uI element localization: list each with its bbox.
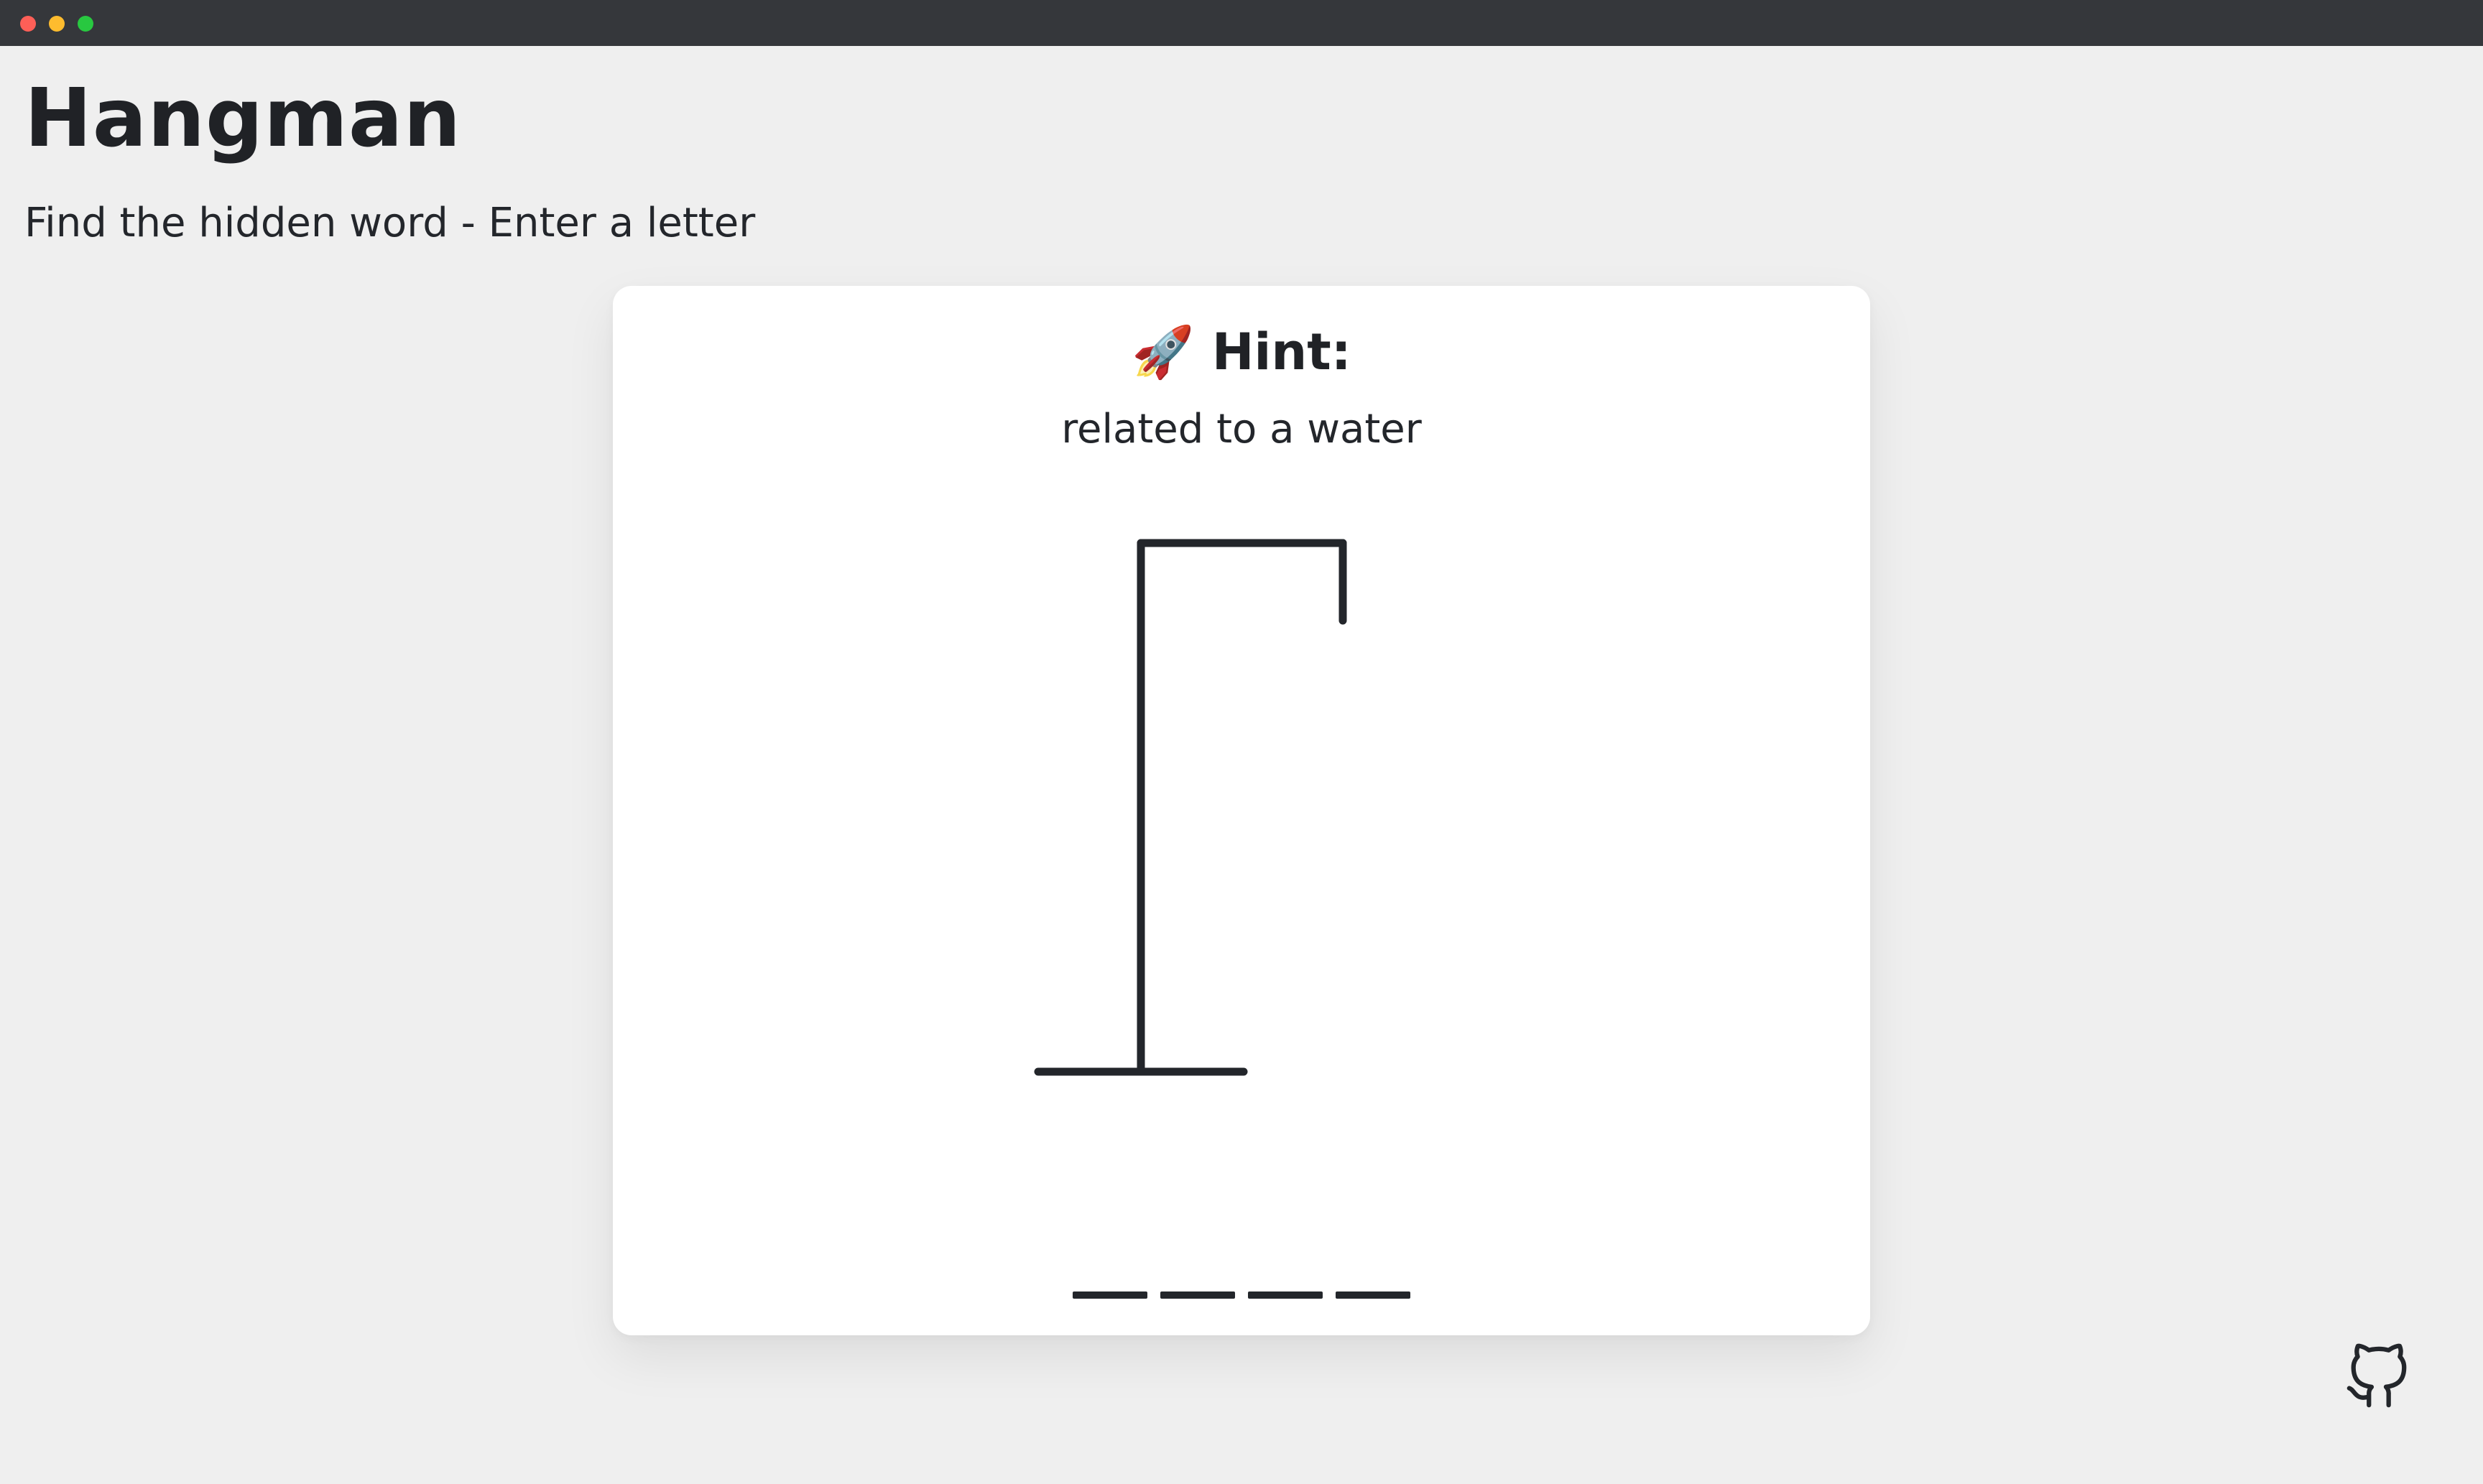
hint-text: related to a water [1061, 406, 1422, 453]
letter-slot [1073, 1291, 1147, 1299]
hidden-word [613, 1291, 1870, 1299]
letter-slot [1336, 1291, 1410, 1299]
hint-heading: 🚀 Hint: [613, 316, 1870, 388]
rocket-icon: 🚀 [1132, 323, 1195, 381]
page-subtitle: Find the hidden word - Enter a letter [24, 200, 756, 246]
window-titlebar [0, 0, 2483, 46]
hint-label: Hint: [1211, 323, 1351, 381]
game-card: 🚀 Hint: related to a water [613, 286, 1870, 1335]
letter-slot [1248, 1291, 1323, 1299]
github-icon[interactable] [2344, 1343, 2411, 1411]
close-window-button[interactable] [20, 16, 36, 32]
maximize-window-button[interactable] [78, 16, 93, 32]
page-title: Hangman [24, 72, 462, 165]
letter-slot [1160, 1291, 1235, 1299]
minimize-window-button[interactable] [49, 16, 65, 32]
